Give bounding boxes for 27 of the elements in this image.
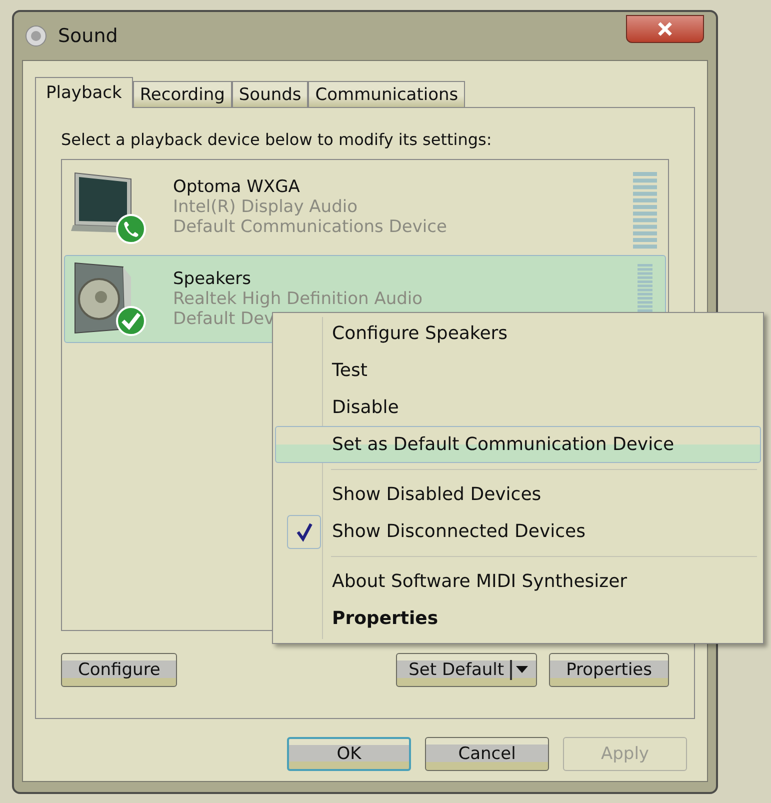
menu-item[interactable]: Test (275, 352, 761, 389)
menu-item[interactable]: Disable (275, 389, 761, 426)
tab[interactable]: Recording (132, 81, 232, 107)
tab[interactable]: Sounds (232, 81, 308, 107)
close-button[interactable] (626, 15, 704, 43)
instruction-text: Select a playback device below to modify its settings: (61, 130, 493, 149)
menu-item[interactable]: Show Disabled Devices (275, 476, 761, 513)
device-name: Speakers (173, 269, 252, 289)
window-title: Sound (58, 25, 118, 47)
device-status: Default Dev (173, 309, 276, 329)
device-driver: Realtek High Definition Audio (173, 289, 424, 309)
tab[interactable]: Communications (308, 81, 466, 107)
dialog-button[interactable]: Cancel (425, 737, 549, 771)
menu-item[interactable]: Properties (275, 600, 761, 637)
set-default-button[interactable]: Set Default (396, 653, 538, 687)
device-name: Optoma WXGA (173, 177, 301, 197)
dialog-button[interactable]: OK (287, 737, 411, 771)
device-driver: Intel(R) Display Audio (173, 197, 359, 217)
device-button[interactable]: Properties (549, 653, 669, 687)
device-button[interactable]: Configure (61, 653, 178, 687)
tab[interactable]: Playback (35, 77, 133, 108)
menu-item[interactable]: Show Disconnected Devices (275, 513, 761, 550)
menu-item[interactable]: About Software MIDI Synthesizer (275, 563, 761, 600)
menu-item[interactable]: Set as Default Communication Device (275, 426, 761, 463)
device-status: Default Communications Device (173, 217, 448, 237)
device-row[interactable]: Optoma WXGA Intel(R) Display Audio Default Communications Device (64, 163, 666, 251)
close-icon (657, 22, 673, 36)
